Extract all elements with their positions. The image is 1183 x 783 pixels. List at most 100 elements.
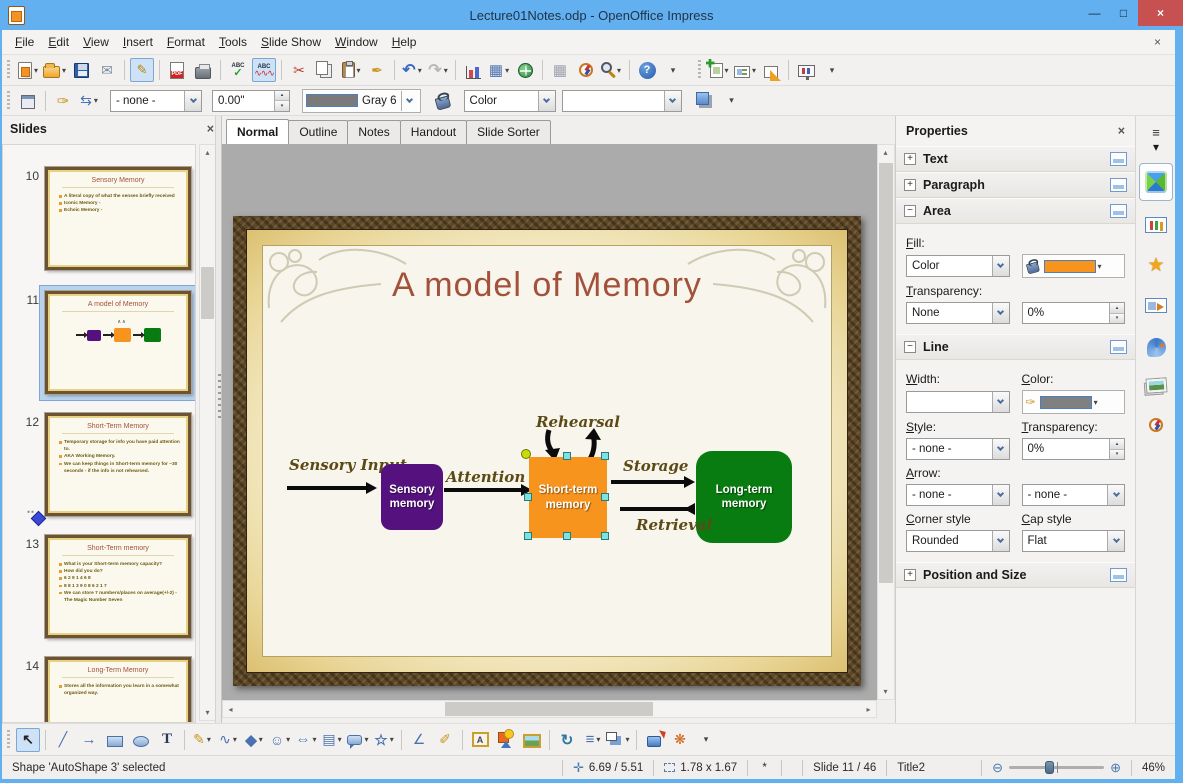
dropdown-arrow[interactable]: ▾ xyxy=(34,66,38,75)
navigator-icon[interactable] xyxy=(574,58,598,82)
expand-icon[interactable]: + xyxy=(904,153,916,165)
fill-type-select[interactable]: Color xyxy=(463,89,556,112)
arrow-begin-select[interactable]: - none - xyxy=(906,484,1010,506)
dropdown-arrow[interactable]: ▾ xyxy=(418,66,422,75)
selection-handle[interactable] xyxy=(524,532,532,540)
navigator-tab[interactable] xyxy=(1139,409,1173,441)
scroll-up-icon[interactable]: ▴ xyxy=(878,145,893,160)
collapse-icon[interactable]: − xyxy=(904,205,916,217)
dropdown-arrow[interactable]: ▾ xyxy=(312,735,316,744)
menu-view[interactable]: View xyxy=(76,31,116,53)
chevron-down-icon[interactable] xyxy=(663,90,681,111)
menu-edit[interactable]: Edit xyxy=(41,31,76,53)
line-color-select[interactable]: ✑ ▾ xyxy=(1021,390,1125,414)
line-icon[interactable]: ╱ xyxy=(51,728,75,752)
scrollbar-thumb[interactable] xyxy=(201,267,214,319)
dropdown-arrow[interactable]: ▾ xyxy=(364,735,368,744)
scroll-down-icon[interactable]: ▾ xyxy=(878,684,893,699)
arrow-attention[interactable] xyxy=(444,484,532,496)
toolbar-grip[interactable] xyxy=(5,90,12,111)
dropdown-arrow[interactable]: ▾ xyxy=(752,66,756,75)
styles-formatting-icon[interactable] xyxy=(16,89,40,113)
horizontal-scrollbar[interactable]: ◂ ▸ xyxy=(222,700,877,718)
select-icon[interactable]: ↖ xyxy=(16,727,40,752)
slide-thumbnail-10[interactable]: 10 Sensory Memory A literal copy of what… xyxy=(3,166,195,277)
section-position-size[interactable]: + Position and Size xyxy=(896,562,1135,588)
tab-normal[interactable]: Normal xyxy=(226,119,290,144)
chevron-down-icon[interactable] xyxy=(537,90,555,111)
toolbar-grip[interactable] xyxy=(5,60,12,80)
grid-icon[interactable]: ▦ xyxy=(548,58,572,82)
slides-panel-close-icon[interactable]: × xyxy=(207,122,214,136)
line-style-select[interactable]: - none - xyxy=(110,89,202,112)
tab-slide-sorter[interactable]: Slide Sorter xyxy=(466,120,551,144)
zoom-track[interactable] xyxy=(1009,761,1105,774)
label-storage[interactable]: Storage xyxy=(623,457,688,475)
arrow-end-select[interactable]: - none - xyxy=(1021,484,1125,506)
chevron-down-icon[interactable] xyxy=(991,392,1009,412)
chevron-down-icon[interactable] xyxy=(991,485,1009,505)
dialog-launcher-icon[interactable] xyxy=(1110,340,1127,354)
start-slideshow-icon[interactable] xyxy=(794,58,818,82)
area-dialog-icon[interactable] xyxy=(431,89,455,113)
fill-color-select[interactable] xyxy=(561,89,682,112)
callouts-icon[interactable]: ▾ xyxy=(346,728,370,752)
cut-icon[interactable]: ✂ xyxy=(287,58,311,82)
slide-thumbnail-13[interactable]: 13 Short-Term memory What is your Short-… xyxy=(3,534,195,645)
master-pages-tab[interactable] xyxy=(1139,209,1173,241)
properties-close-icon[interactable]: × xyxy=(1118,124,1125,138)
line-transparency-stepper[interactable]: 0% ▴ ▾ xyxy=(1021,438,1125,460)
dropdown-arrow[interactable]: ▾ xyxy=(233,735,237,744)
toolbar-more-icon[interactable]: ▾ xyxy=(661,58,685,82)
gallery-tab[interactable] xyxy=(1139,369,1173,401)
line-color-select[interactable]: Gray 6 xyxy=(302,88,421,113)
chevron-down-icon[interactable] xyxy=(184,90,201,111)
copy-icon[interactable] xyxy=(313,58,337,82)
scroll-up-icon[interactable]: ▴ xyxy=(200,145,215,160)
chevron-down-icon[interactable] xyxy=(991,303,1009,323)
selection-handle[interactable] xyxy=(563,532,571,540)
effects-tab[interactable]: ✦ xyxy=(1139,329,1173,361)
toolbar-more-icon[interactable]: ▾ xyxy=(720,89,744,113)
email-icon[interactable]: ✉ xyxy=(95,58,119,82)
glue-points-icon[interactable]: ✐ xyxy=(433,728,457,752)
zoom-thumb[interactable] xyxy=(1045,761,1055,774)
zoom-out-icon[interactable]: ⊖ xyxy=(992,760,1003,776)
arrow-retrieval[interactable] xyxy=(611,503,695,515)
line-width-stepper[interactable]: 0.00" ▴ ▾ xyxy=(212,89,290,112)
dropdown-arrow[interactable]: ▾ xyxy=(625,735,629,744)
minimize-button[interactable]: — xyxy=(1080,0,1109,26)
chevron-down-icon[interactable] xyxy=(1107,531,1124,551)
sensory-memory-box[interactable]: Sensory memory xyxy=(381,464,443,530)
short-term-memory-box[interactable]: Short-term memory xyxy=(529,457,607,538)
arrow-sensory-input[interactable] xyxy=(287,482,377,494)
expand-icon[interactable]: + xyxy=(904,569,916,581)
line-dialog-icon[interactable]: ✑ xyxy=(51,89,75,113)
corner-style-select[interactable]: Rounded xyxy=(906,530,1010,552)
menu-window[interactable]: Window xyxy=(328,31,385,53)
block-arrows-icon[interactable]: ⇔ ▾ xyxy=(294,728,318,752)
tab-outline[interactable]: Outline xyxy=(288,120,349,144)
flowchart-icon[interactable]: ▤ ▾ xyxy=(320,728,344,752)
sidebar-menu-icon[interactable]: ≡ ▾ xyxy=(1139,123,1173,155)
scroll-right-icon[interactable]: ▸ xyxy=(861,702,876,717)
arrow-style-icon[interactable]: ⇆ ▾ xyxy=(77,89,101,113)
dropdown-arrow[interactable]: ▾ xyxy=(62,66,66,75)
transparency-type-select[interactable]: None xyxy=(906,302,1010,324)
panel-splitter[interactable] xyxy=(215,116,222,723)
dialog-launcher-icon[interactable] xyxy=(1110,178,1127,192)
fill-color-select[interactable]: ▾ xyxy=(1021,254,1125,278)
section-paragraph[interactable]: + Paragraph xyxy=(896,172,1135,198)
dropdown-arrow[interactable]: ▾ xyxy=(596,735,600,744)
scrollbar-thumb[interactable] xyxy=(879,163,893,583)
connector-icon[interactable]: ∿ ▾ xyxy=(216,728,240,752)
dropdown-arrow[interactable]: ▾ xyxy=(259,735,263,744)
toolbar-more-icon[interactable]: ▾ xyxy=(820,58,844,82)
table-icon[interactable]: ▦ ▾ xyxy=(487,58,511,82)
edit-file-icon[interactable]: ✎ xyxy=(130,58,155,82)
spin-down-icon[interactable]: ▾ xyxy=(1110,448,1124,459)
slide-thumbnail-14[interactable]: 14 Long-Term Memory Stores all the infor… xyxy=(3,656,195,722)
export-pdf-icon[interactable]: PDF xyxy=(165,58,189,82)
menu-slide-show[interactable]: Slide Show xyxy=(254,31,328,53)
dropdown-arrow[interactable]: ▾ xyxy=(1094,398,1098,407)
